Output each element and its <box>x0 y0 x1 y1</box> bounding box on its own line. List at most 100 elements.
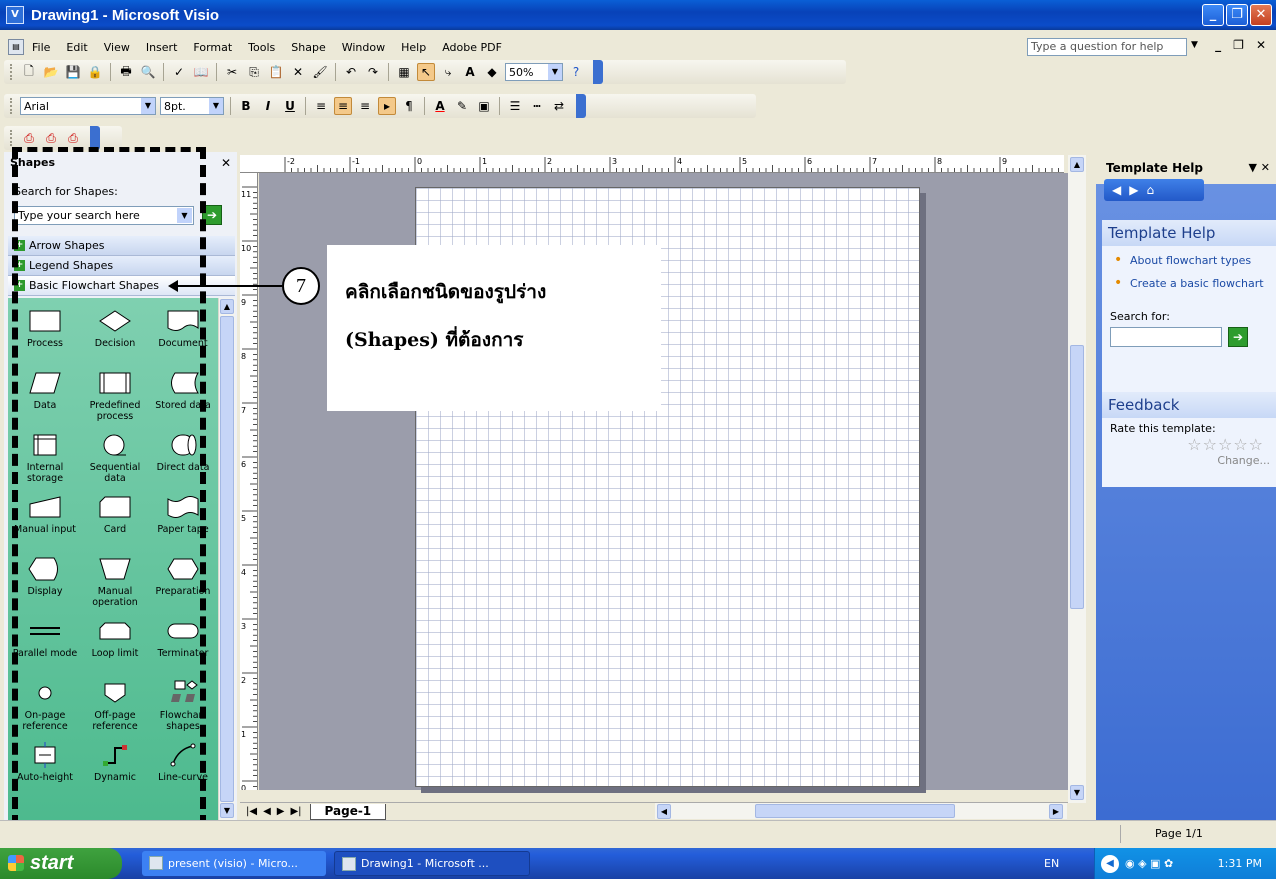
menu-adobe-pdf[interactable]: Adobe PDF <box>442 41 502 54</box>
menu-tools[interactable]: Tools <box>248 41 275 54</box>
print-preview-icon[interactable]: 🔍 <box>139 63 157 81</box>
scroll-down-icon[interactable]: ▼ <box>1070 785 1084 800</box>
next-page-icon[interactable]: ▶ <box>277 806 285 817</box>
toolbar-options[interactable] <box>576 94 586 118</box>
menu-edit[interactable]: Edit <box>66 41 87 54</box>
undo-icon[interactable]: ↶ <box>342 63 360 81</box>
scroll-up-icon[interactable]: ▲ <box>1070 157 1084 172</box>
font-size-combo[interactable]: 8pt. ▼ <box>160 97 224 115</box>
toolbar-grip[interactable] <box>10 64 13 80</box>
spelling-icon[interactable]: ✓ <box>170 63 188 81</box>
close-icon[interactable]: ✕ <box>221 156 231 170</box>
scroll-right-icon[interactable]: ▶ <box>1049 804 1063 819</box>
link-create-basic-flowchart[interactable]: Create a basic flowchart <box>1114 277 1276 290</box>
line-weight-icon[interactable]: ☰ <box>506 97 524 115</box>
menu-insert[interactable]: Insert <box>146 41 178 54</box>
taskbar-item-drawing1[interactable]: Drawing1 - Microsoft ... <box>334 851 530 876</box>
paste-icon[interactable]: 📋 <box>267 63 285 81</box>
scroll-thumb[interactable] <box>220 316 234 802</box>
connector-tool-icon[interactable]: ⤷ <box>439 63 457 81</box>
forward-icon[interactable]: ▶ <box>1129 183 1138 197</box>
paragraph-icon[interactable]: ¶ <box>400 97 418 115</box>
minimize-button[interactable]: _ <box>1202 4 1224 26</box>
align-center-icon[interactable]: ≡ <box>334 97 352 115</box>
help-search-go-button[interactable]: ➔ <box>1228 327 1248 347</box>
doc-restore-button[interactable]: ❐ <box>1233 38 1244 52</box>
tab-page-1[interactable]: Page-1 <box>309 803 387 820</box>
save-icon[interactable]: 💾 <box>64 63 82 81</box>
taskbar-item-present[interactable]: present (visio) - Micro... <box>142 851 326 876</box>
align-middle-icon[interactable]: ▸ <box>378 97 396 115</box>
menu-help[interactable]: Help <box>401 41 426 54</box>
new-icon[interactable]: 🗋 <box>20 63 38 81</box>
stencil-scrollbar[interactable]: ▲ ▼ <box>218 298 235 820</box>
print-icon[interactable]: 🖶 <box>117 63 135 81</box>
open-icon[interactable]: 📂 <box>42 63 60 81</box>
change-link[interactable]: Change... <box>1102 454 1276 467</box>
scroll-thumb[interactable] <box>1070 345 1084 609</box>
pdf-convert-icon[interactable]: ⎙ <box>20 129 38 147</box>
redo-icon[interactable]: ↷ <box>364 63 382 81</box>
language-indicator[interactable]: EN <box>1044 857 1059 870</box>
pdf-email-icon[interactable]: ⎙ <box>42 129 60 147</box>
menu-format[interactable]: Format <box>193 41 232 54</box>
scroll-thumb[interactable] <box>755 804 955 818</box>
scroll-left-icon[interactable]: ◀ <box>657 804 671 819</box>
line-ends-icon[interactable]: ⇄ <box>550 97 568 115</box>
format-painter-icon[interactable]: 🖌 <box>311 63 329 81</box>
last-page-icon[interactable]: ▶| <box>290 806 301 817</box>
tray-icons[interactable]: ◉ ◈ ▣ ✿ <box>1125 857 1173 870</box>
toolbar-options[interactable] <box>593 60 603 84</box>
task-pane-controls[interactable]: ▼ ✕ <box>1248 161 1270 174</box>
chevron-left-icon[interactable]: ◀ <box>1101 854 1119 873</box>
shapes-icon[interactable]: ▦ <box>395 63 413 81</box>
underline-icon[interactable]: U <box>281 97 299 115</box>
menu-view[interactable]: View <box>104 41 130 54</box>
scroll-down-icon[interactable]: ▼ <box>220 803 234 818</box>
help-icon[interactable]: ? <box>567 63 585 81</box>
line-pattern-icon[interactable]: ┅ <box>528 97 546 115</box>
italic-icon[interactable]: I <box>259 97 277 115</box>
doc-minimize-button[interactable]: _ <box>1215 38 1221 52</box>
align-right-icon[interactable]: ≡ <box>356 97 374 115</box>
line-color-icon[interactable]: ✎ <box>453 97 471 115</box>
chevron-down-icon[interactable]: ▼ <box>1191 40 1198 50</box>
canvas-vertical-scrollbar[interactable]: ▲ ▼ <box>1068 155 1086 803</box>
fill-icon[interactable]: ◆ <box>483 63 501 81</box>
document-icon[interactable]: ▤ <box>8 39 24 55</box>
prev-page-icon[interactable]: ◀ <box>263 806 271 817</box>
toolbar-grip[interactable] <box>10 98 13 114</box>
zoom-combo[interactable]: 50% ▼ <box>505 63 563 81</box>
fill-color-icon[interactable]: ▣ <box>475 97 493 115</box>
menu-window[interactable]: Window <box>342 41 385 54</box>
ask-question-input[interactable]: Type a question for help <box>1027 38 1187 56</box>
star-rating[interactable]: ☆☆☆☆☆ <box>1102 435 1276 454</box>
bold-icon[interactable]: B <box>237 97 255 115</box>
scroll-up-icon[interactable]: ▲ <box>220 299 234 314</box>
delete-icon[interactable]: ✕ <box>289 63 307 81</box>
font-combo[interactable]: Arial ▼ <box>20 97 156 115</box>
align-left-icon[interactable]: ≡ <box>312 97 330 115</box>
close-button[interactable]: ✕ <box>1250 4 1272 26</box>
cut-icon[interactable]: ✂ <box>223 63 241 81</box>
pdf-review-icon[interactable]: ⎙ <box>64 129 82 147</box>
menu-file[interactable]: File <box>32 41 50 54</box>
restore-button[interactable]: ❐ <box>1226 4 1248 26</box>
first-page-icon[interactable]: |◀ <box>246 806 257 817</box>
research-icon[interactable]: 📖 <box>192 63 210 81</box>
link-about-flowchart-types[interactable]: About flowchart types <box>1114 254 1276 267</box>
toolbar-grip[interactable] <box>10 130 13 146</box>
home-icon[interactable]: ⌂ <box>1146 183 1154 197</box>
text-tool-icon[interactable]: A <box>461 63 479 81</box>
permission-icon[interactable]: 🔒 <box>86 63 104 81</box>
start-button[interactable]: start <box>0 848 122 879</box>
copy-icon[interactable]: ⎘ <box>245 63 263 81</box>
menu-shape[interactable]: Shape <box>291 41 325 54</box>
doc-close-button[interactable]: ✕ <box>1256 38 1266 52</box>
pointer-tool-icon[interactable]: ↖ <box>417 63 435 81</box>
back-icon[interactable]: ◀ <box>1112 183 1121 197</box>
help-search-input[interactable] <box>1110 327 1222 347</box>
font-color-icon[interactable]: A <box>431 97 449 115</box>
feedback-section: Feedback Rate this template: ☆☆☆☆☆ Chang… <box>1102 392 1276 487</box>
canvas-horizontal-scrollbar[interactable]: ◀ ▶ <box>655 803 1067 819</box>
